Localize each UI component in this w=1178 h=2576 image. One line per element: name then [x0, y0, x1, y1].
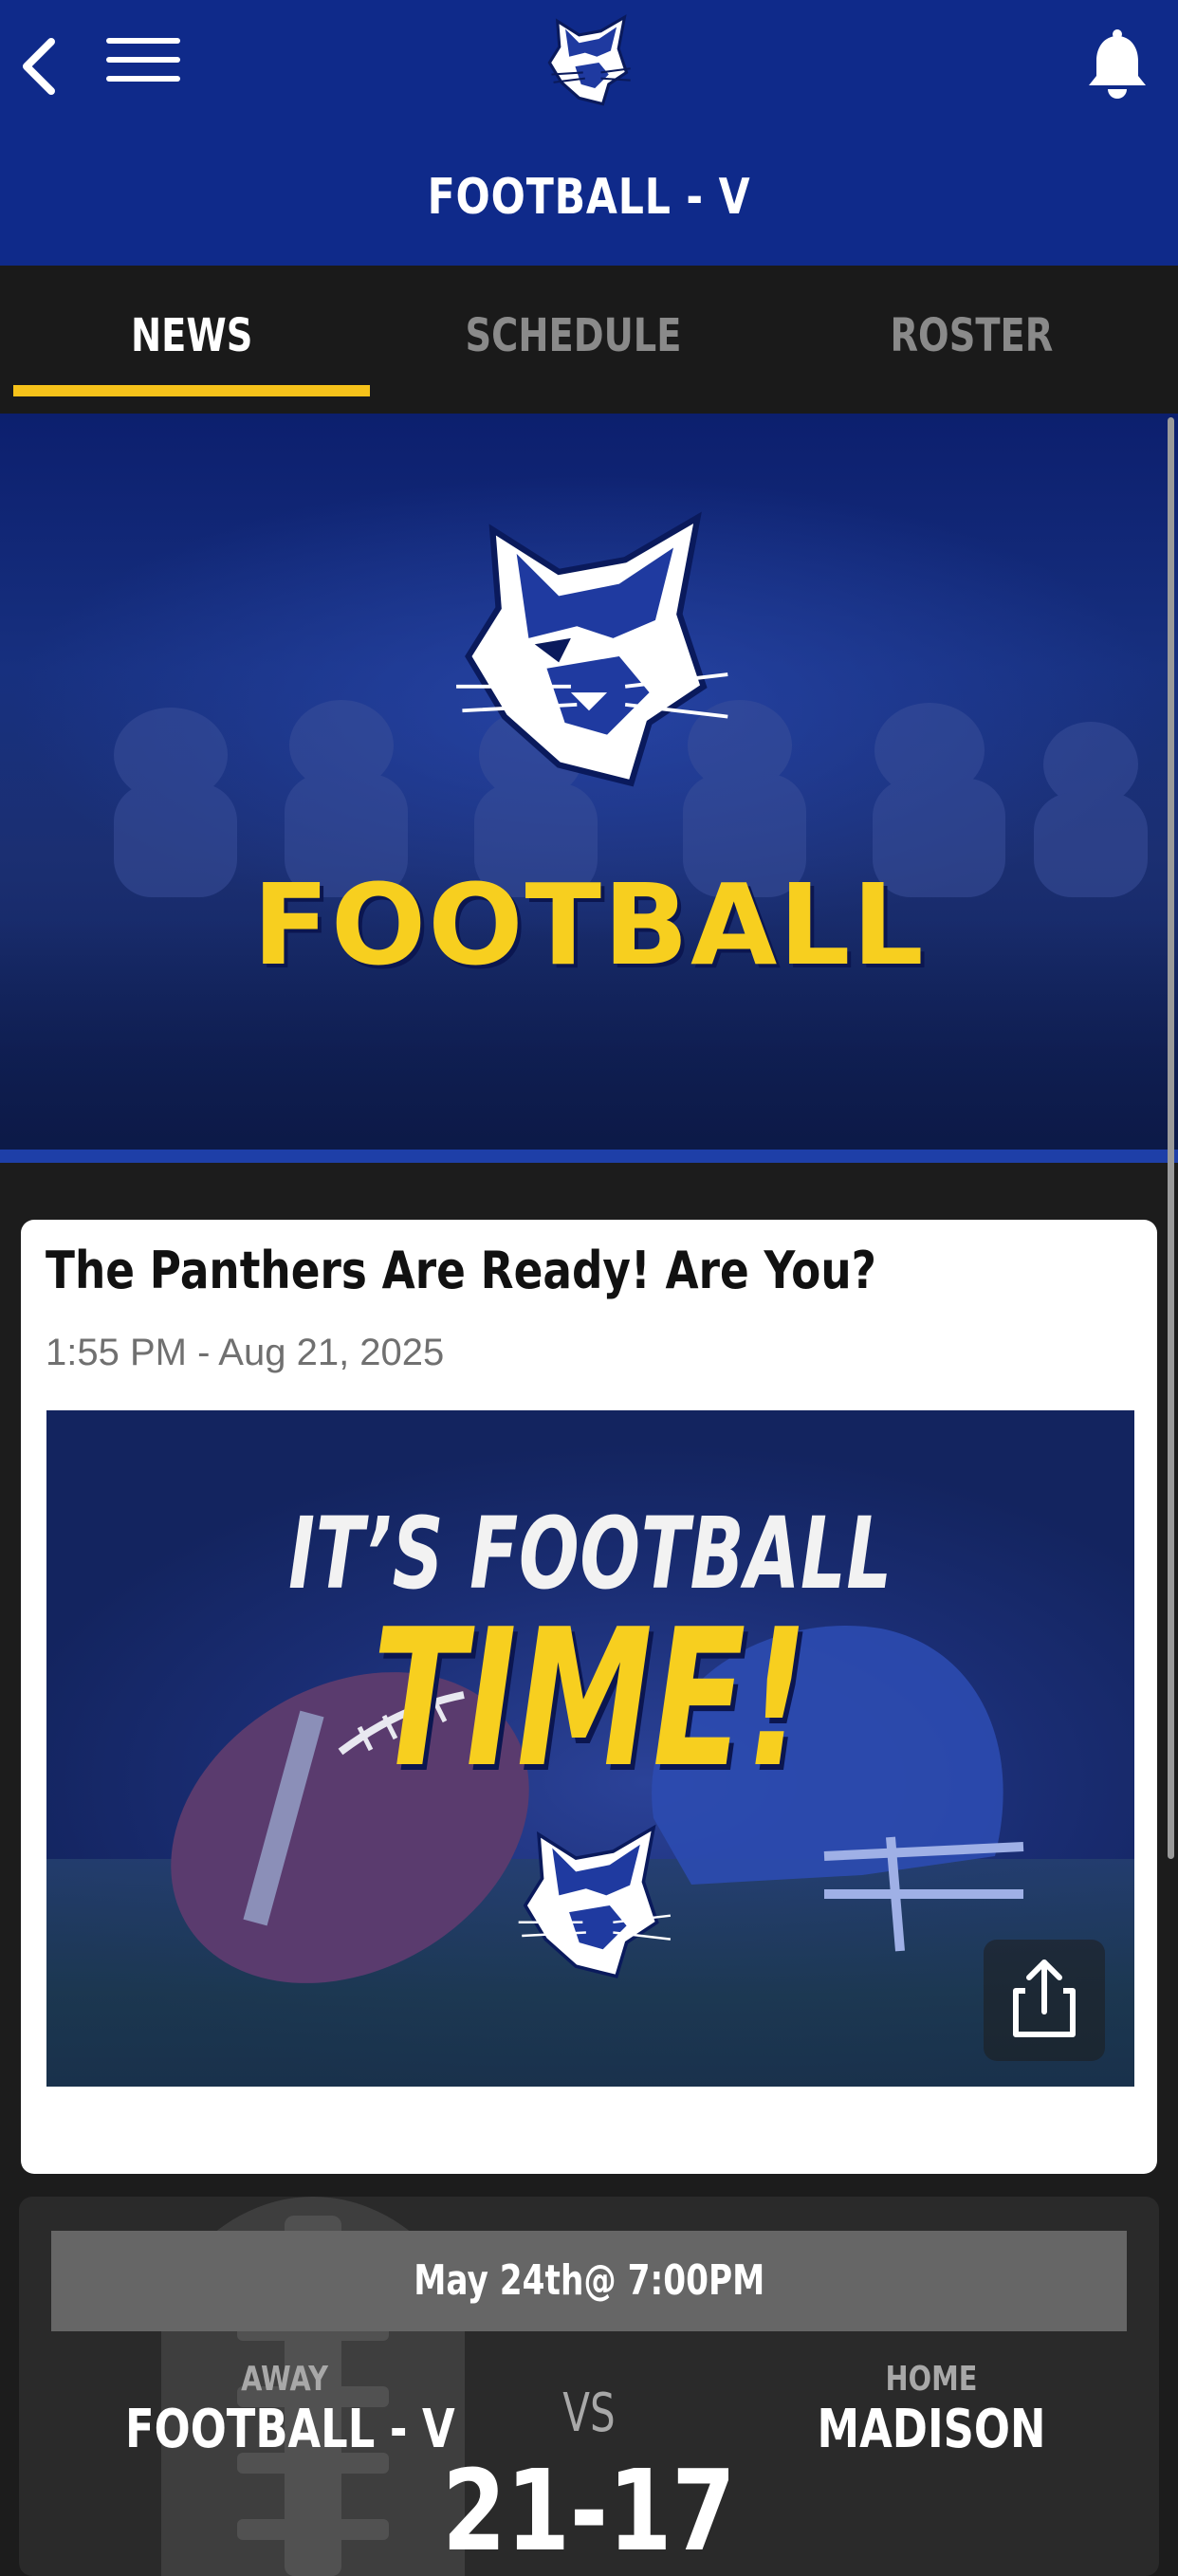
- notifications-button[interactable]: [1081, 28, 1153, 104]
- page-title: FOOTBALL - V: [427, 169, 751, 226]
- panther-logo: [539, 13, 639, 112]
- game-datetime: May 24th@ 7:00PM: [51, 2231, 1127, 2331]
- panther-logo: [438, 505, 740, 808]
- hero-banner: FOOTBALL: [0, 414, 1178, 1150]
- tab-roster[interactable]: ROSTER: [791, 266, 1151, 414]
- news-card[interactable]: The Panthers Are Ready! Are You? 1:55 PM…: [21, 1220, 1157, 2174]
- home-label: HOME: [885, 2360, 978, 2399]
- panther-logo: [508, 1820, 677, 1991]
- back-button[interactable]: [17, 28, 64, 104]
- app-header: FOOTBALL - V: [0, 0, 1178, 266]
- hamburger-menu-icon: [106, 38, 180, 82]
- active-tab-indicator: [13, 385, 370, 396]
- share-icon: [1013, 1960, 1076, 2037]
- hero-divider: [0, 1150, 1178, 1163]
- bell-icon: [1089, 29, 1146, 99]
- chevron-left-icon: [23, 38, 55, 95]
- scrollbar[interactable]: [1168, 417, 1174, 1859]
- news-title[interactable]: The Panthers Are Ready! Are You?: [46, 1241, 954, 1300]
- game-score: 21-17: [442, 2445, 736, 2576]
- hero-title: FOOTBALL: [252, 859, 926, 990]
- image-headline-emphasis: TIME!: [372, 1589, 809, 1810]
- menu-button[interactable]: [106, 38, 180, 95]
- game-score-card[interactable]: May 24th@ 7:00PM AWAY FOOTBALL - V VS HO…: [19, 2197, 1159, 2576]
- share-button[interactable]: [984, 1940, 1105, 2061]
- news-date: 1:55 PM - Aug 21, 2025: [46, 1332, 445, 1373]
- news-image[interactable]: IT’S FOOTBALL TIME!: [46, 1410, 1134, 2087]
- tab-schedule[interactable]: SCHEDULE: [393, 266, 753, 414]
